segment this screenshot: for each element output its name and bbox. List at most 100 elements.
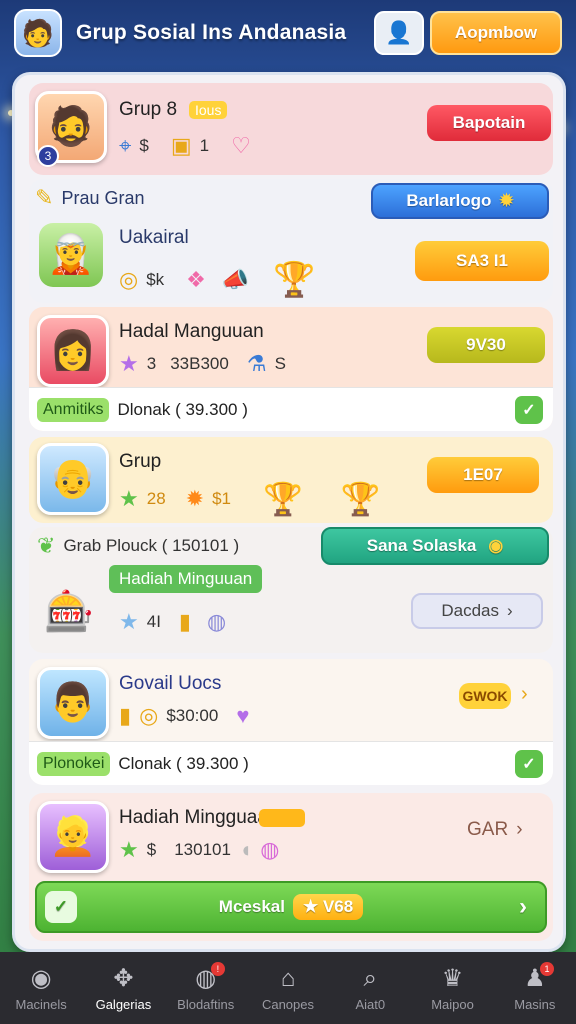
primary-action-button[interactable]: ✓ Mceskal ★ V68 ›: [35, 881, 547, 933]
stat-value: 130101: [174, 840, 231, 859]
trophy-icon: 🏆: [273, 261, 316, 299]
top-bar: 🧑 Grup Sosial Ins Andanasia 👤 Aopmbow: [0, 0, 576, 66]
nav-item-masins[interactable]: ♟ 1 Masins: [494, 952, 576, 1024]
stat-extra: S: [274, 354, 286, 373]
group-card[interactable]: 👨 Govail Uocs ▮ ◎ $30:00 ♥ GWOK › Plonok…: [29, 659, 553, 785]
trophy-icon: ♛: [441, 965, 464, 992]
coin-icon: ◎: [139, 703, 159, 728]
action-badge-value: V68: [322, 897, 354, 916]
nav-label: Maipoo: [431, 997, 474, 1012]
stat-row: ⌖ $ ▣ 1 ♡: [119, 135, 251, 157]
bottom-nav: ◉ Macinels ✥ Galgerias ◍! Blodaftins ⌂ Canop…: [0, 952, 576, 1024]
gear-icon: ✹: [499, 191, 514, 210]
nav-item-galgerias[interactable]: ✥ Galgerias: [82, 952, 164, 1024]
stat-currency: $: [139, 136, 149, 155]
group-name: Grab Plouck ( 150101 ): [63, 536, 240, 555]
nav-item-canopes[interactable]: ⌂ Canopes: [247, 952, 329, 1024]
coin-icon: ▣: [170, 133, 192, 158]
star-icon: ★: [119, 837, 139, 862]
group-card[interactable]: 🧔 3 Grup 8 Ious ⌖ $ ▣ 1 ♡ Bapotain: [29, 83, 553, 175]
stat-row: ★ 3 33B300 ⚗ S: [119, 353, 286, 375]
notification-badge: 1: [539, 962, 554, 976]
action-badge: ★ V68: [292, 894, 364, 920]
heart-icon: ♥: [236, 703, 250, 728]
group-card[interactable]: 👱 Hadiah Mingguaa ★ $ 130101 ◖ ◍ GAR › ✓…: [29, 793, 553, 941]
level-badge: 3: [37, 145, 59, 167]
star-icon: ★: [119, 486, 139, 511]
chevron-right-icon: ›: [519, 893, 527, 920]
gem-icon: ◍: [260, 837, 280, 862]
player-icon: ◉: [30, 965, 52, 992]
nav-item-macinels[interactable]: ◉ Macinels: [0, 952, 82, 1024]
nav-label: Masins: [514, 997, 556, 1012]
reward-button[interactable]: SA3 I1: [415, 241, 549, 281]
send-button[interactable]: Sana Solaska ◉: [321, 527, 549, 565]
schedule-button[interactable]: Barlarlogo ✹: [371, 183, 549, 219]
status-tag: Plonokei: [37, 751, 111, 776]
status-tag: Anmitiks: [37, 397, 110, 422]
pencil-icon: ✎: [35, 185, 54, 210]
egg-icon: ◖: [238, 837, 253, 862]
confirm-icon[interactable]: ✓: [515, 749, 543, 778]
nav-label: Galgerias: [95, 997, 152, 1012]
check-icon: ✓: [45, 891, 77, 923]
join-button[interactable]: Bapotain: [427, 105, 551, 141]
reward-tag: Hadiah Minguuan: [109, 565, 263, 593]
stat-row: ★ $ 130101 ◖ ◍: [119, 839, 279, 861]
chevron-right-icon[interactable]: ›: [521, 683, 528, 706]
group-name: Grup 8: [119, 99, 178, 120]
rank-badge[interactable]: GWOK: [459, 683, 511, 709]
bottle-icon: ⚗: [246, 351, 267, 376]
bag-icon: ▮: [178, 609, 192, 634]
chevron-right-icon[interactable]: ›: [516, 819, 522, 841]
details-pill-label: Dacdas: [441, 601, 499, 620]
stat-currency: $: [146, 840, 157, 859]
stat-count: 4I: [146, 612, 161, 631]
home-icon: ⌂: [280, 964, 296, 992]
trophy-icon: 🏆: [263, 481, 303, 517]
score-button[interactable]: 1E07: [427, 457, 539, 493]
group-card[interactable]: ✎ Prau Gran Barlarlogo ✹ 🧝 Uakairal ◎ $k …: [29, 179, 553, 303]
profile-button[interactable]: 👤: [374, 11, 424, 55]
detail-row: Anmitiks Dlonak ( 39.300 ) ✓: [29, 387, 553, 431]
group-card[interactable]: 👴 Grup ★ 28 ✹ $1 🏆 🏆 1E07: [29, 437, 553, 523]
section-label: Prau Gran: [61, 187, 145, 208]
group-tag: Ious: [189, 101, 228, 119]
nav-item-blodaftins[interactable]: ◍! Blodaftins: [165, 952, 247, 1024]
heart-icon: ♡: [231, 133, 251, 158]
nav-item-maipoo[interactable]: ♛ Maipoo: [411, 952, 493, 1024]
stat-row: ▮ ◎ $30:00 ♥: [119, 705, 249, 727]
user-avatar[interactable]: 🧑: [14, 9, 62, 57]
confirm-icon[interactable]: ✓: [515, 395, 543, 424]
detail-text: Dlonak ( 39.300 ): [117, 399, 248, 419]
gem-icon: ◍: [207, 609, 227, 634]
highlight-bar: [259, 809, 305, 827]
stat-value: 33B300: [170, 354, 229, 373]
title-row: ❦ Grab Plouck ( 150101 ): [37, 535, 239, 557]
detail-row: Plonokei Clonak ( 39.300 ) ✓: [29, 741, 553, 785]
notification-badge: !: [210, 962, 225, 976]
member-avatar: 🧝: [39, 223, 103, 287]
details-pill[interactable]: Dacdas ›: [411, 593, 543, 629]
action-label: Mceskal: [218, 897, 285, 916]
stat-value: $1: [212, 489, 232, 508]
nav-label: Blodaftins: [177, 997, 235, 1012]
group-name: Grup: [119, 451, 162, 472]
nav-item-aiat0[interactable]: ⌕ Aiat0: [329, 952, 411, 1024]
group-name: Govail Uocs: [119, 673, 222, 694]
stat-count: 28: [146, 489, 166, 508]
score-button[interactable]: 9V30: [427, 327, 545, 363]
gamepad-icon: ✥: [113, 965, 134, 992]
person-icon: 👤: [385, 20, 413, 45]
detail-text: Clonak ( 39.300 ): [118, 753, 249, 773]
stat-value: $30:00: [166, 706, 219, 725]
group-card[interactable]: 👩 Hadal Manguuan ★ 3 33B300 ⚗ S 9V30 Anm…: [29, 307, 553, 431]
star-icon: ★: [119, 609, 139, 634]
top-action-button[interactable]: Aopmbow: [430, 11, 562, 55]
gear-icon: ✹: [185, 486, 205, 511]
megaphone-icon: 📣: [221, 267, 250, 292]
nav-label: Aiat0: [355, 996, 386, 1012]
group-card[interactable]: ❦ Grab Plouck ( 150101 ) Sana Solaska ◉ H…: [29, 527, 553, 653]
member-avatar: 👱: [37, 801, 109, 873]
gift-icon: ❖: [186, 267, 206, 292]
